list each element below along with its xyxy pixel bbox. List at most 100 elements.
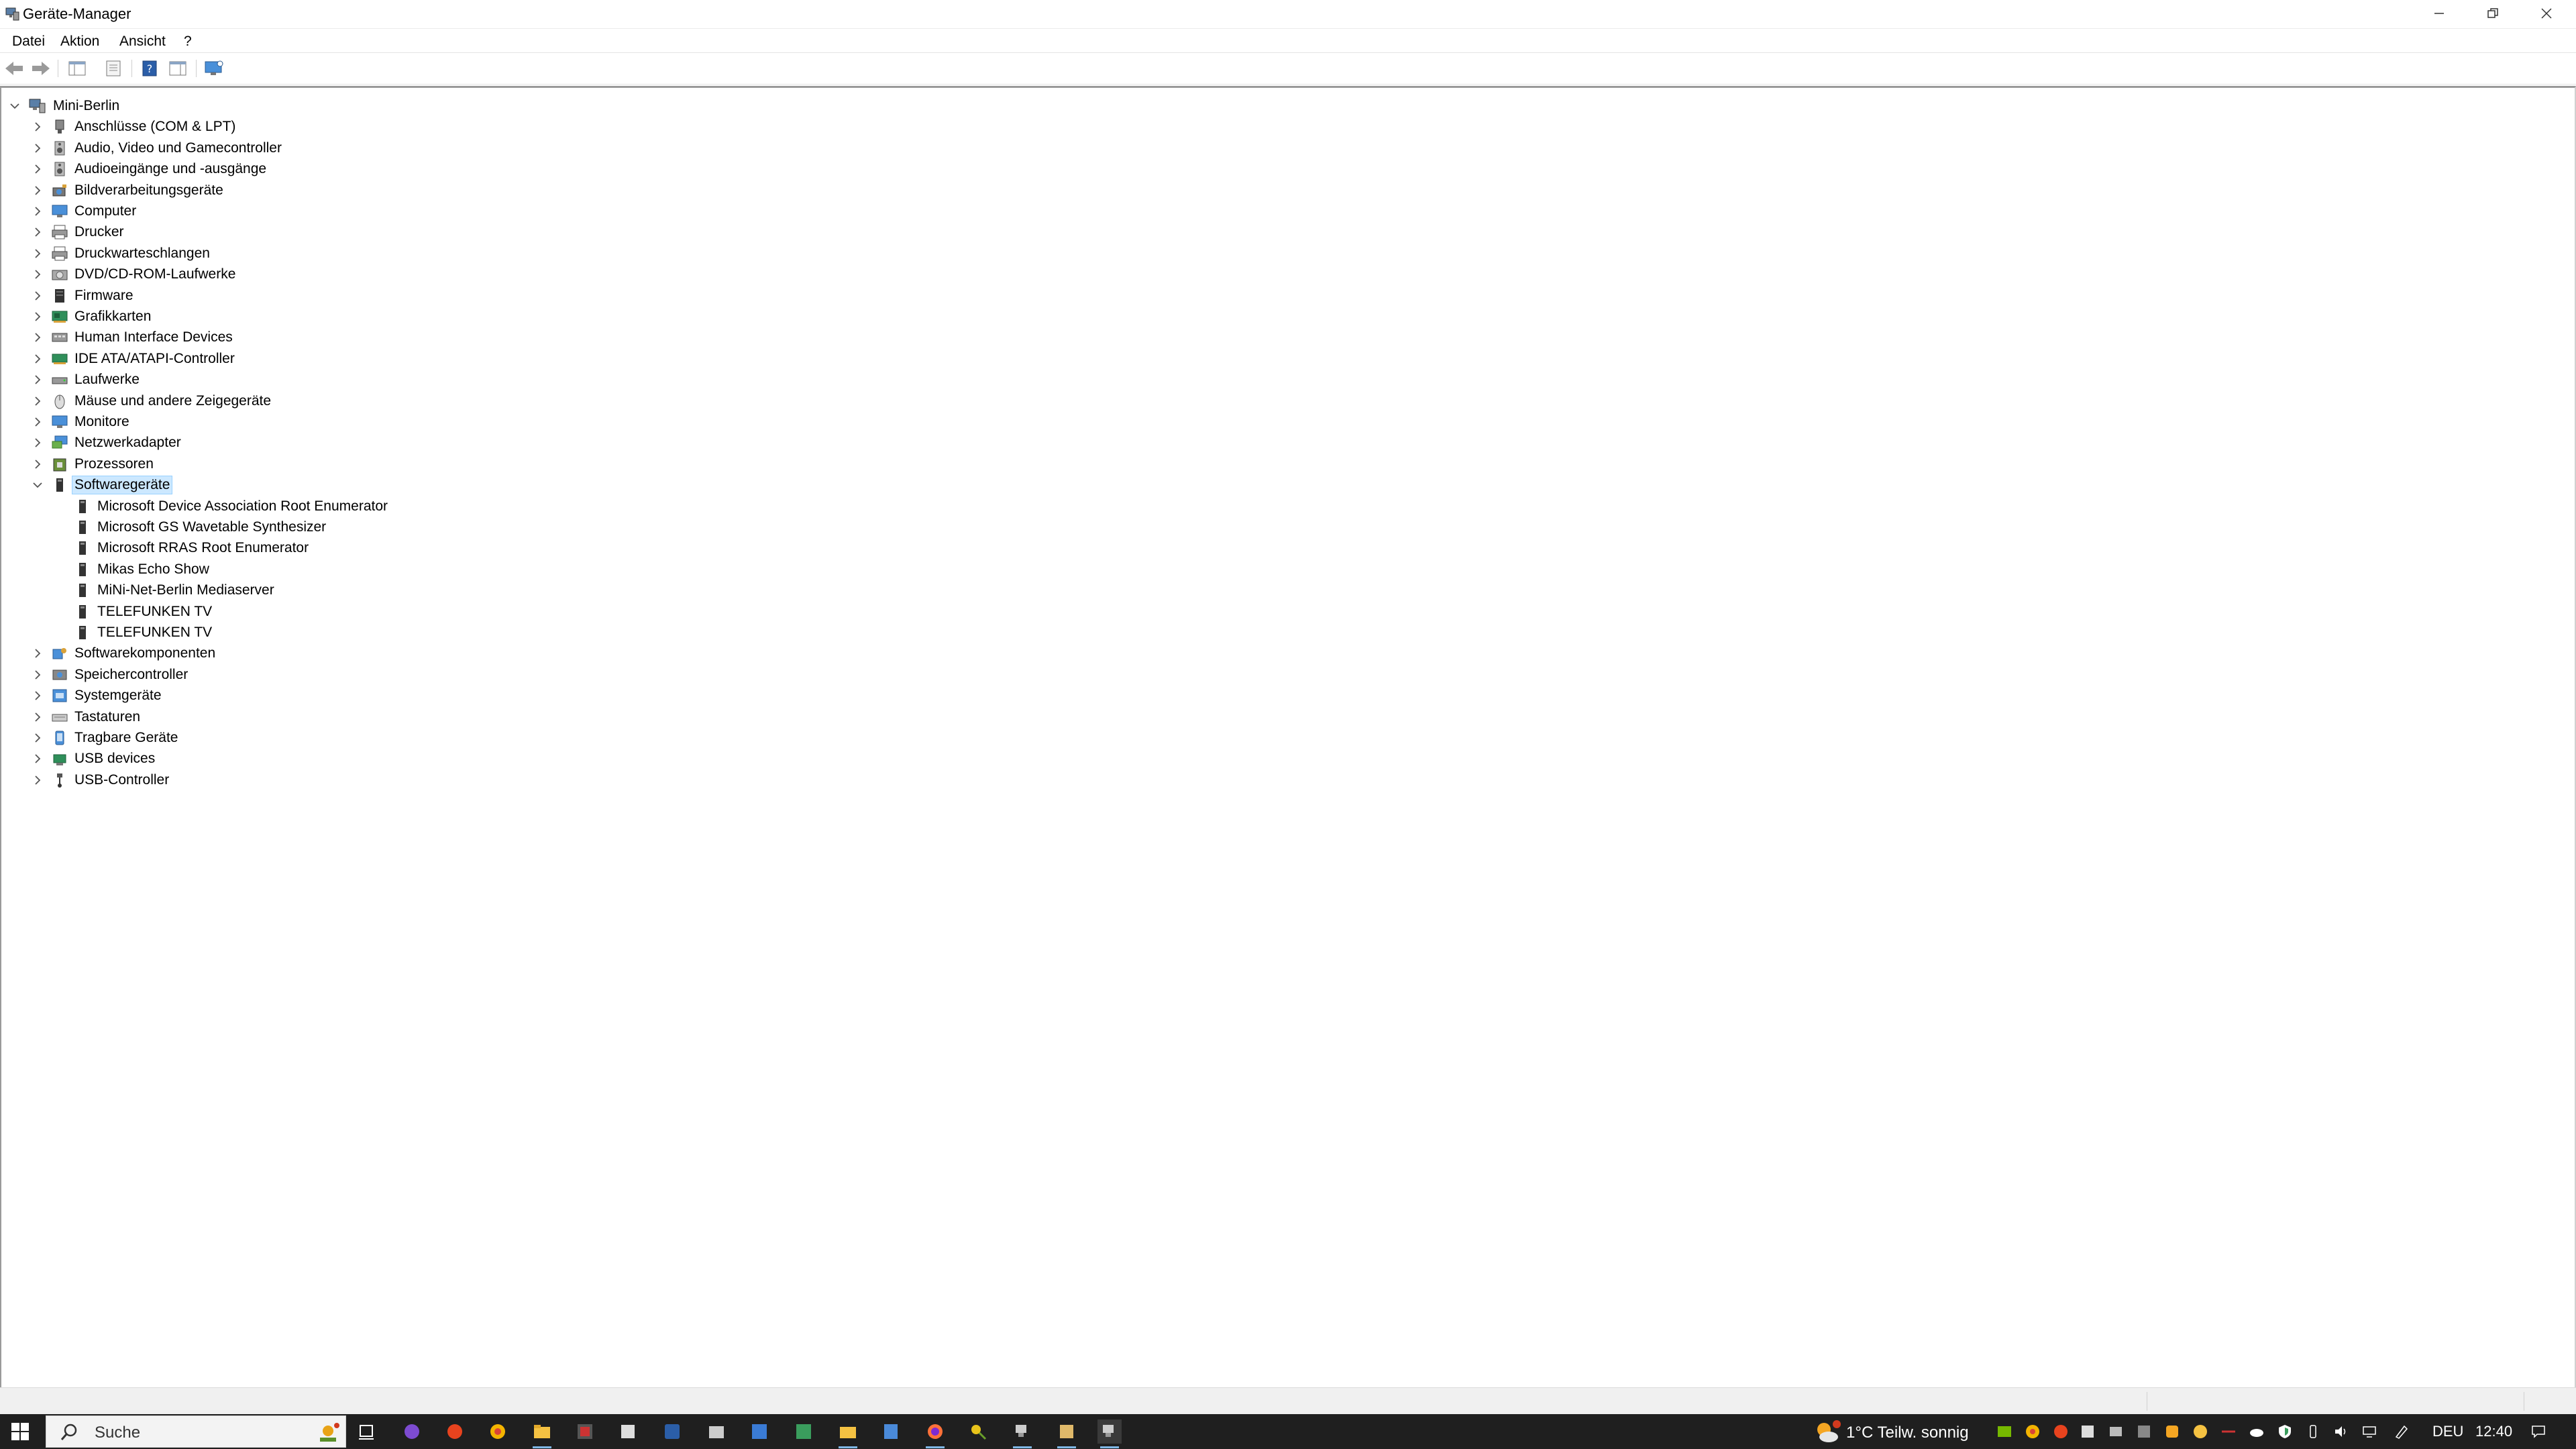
taskbar-app-12[interactable] [879, 1419, 903, 1444]
app-icon [709, 1426, 724, 1438]
device-tree: Mini-Berlin Anschlüsse (COM & LPT) Audio, … [0, 86, 2576, 1388]
nvidia-tray-icon[interactable] [1996, 1424, 2012, 1440]
back-button[interactable] [3, 57, 25, 80]
chevron-right-icon[interactable] [31, 415, 44, 429]
windows-logo-icon [11, 1423, 29, 1440]
chevron-right-icon[interactable] [31, 773, 44, 787]
weather-widget[interactable]: 1°C Teilw. sonnig [1811, 1417, 1979, 1446]
taskbar-app-7[interactable] [660, 1419, 684, 1444]
tray-app-icon[interactable] [2025, 1424, 2041, 1440]
app-icon [578, 1424, 592, 1439]
taskbar-app-10[interactable] [792, 1419, 816, 1444]
usb-eject-icon[interactable] [2305, 1424, 2321, 1440]
onedrive-icon[interactable] [2249, 1424, 2265, 1440]
running-indicator [926, 1446, 945, 1448]
hard-drive-icon [51, 372, 68, 388]
start-button[interactable] [8, 1419, 32, 1444]
chevron-right-icon[interactable] [31, 689, 44, 702]
volume-icon[interactable] [2333, 1424, 2349, 1440]
tray-app-icon[interactable] [2108, 1424, 2124, 1440]
chevron-right-icon[interactable] [31, 331, 44, 344]
chevron-right-icon[interactable] [31, 310, 44, 323]
chevron-right-icon[interactable] [31, 373, 44, 386]
status-bar [0, 1387, 2576, 1415]
tree-node-label: Systemgeräte [74, 688, 162, 704]
chevron-right-icon[interactable] [31, 184, 44, 197]
taskbar-app-6[interactable] [616, 1419, 640, 1444]
controller-card-icon [51, 351, 68, 367]
taskbar-app-16[interactable] [1055, 1419, 1079, 1448]
tray-app-icon[interactable] [2053, 1424, 2069, 1440]
tray-app-icon[interactable] [2192, 1424, 2208, 1440]
tray-app-icon[interactable] [2136, 1424, 2152, 1440]
task-view-icon [359, 1425, 374, 1440]
running-indicator [1057, 1446, 1076, 1448]
app-icon [665, 1424, 680, 1439]
chevron-right-icon[interactable] [31, 352, 44, 366]
chevron-right-icon[interactable] [31, 247, 44, 260]
taskbar-app-2[interactable] [443, 1419, 467, 1444]
taskbar-app-5[interactable] [573, 1419, 597, 1444]
taskbar-firefox[interactable] [923, 1419, 947, 1448]
pen-icon[interactable] [2394, 1424, 2410, 1440]
chevron-right-icon[interactable] [31, 436, 44, 449]
clock[interactable]: 12:40 [2475, 1423, 2512, 1440]
tray-app-icon[interactable] [2220, 1424, 2237, 1440]
chevron-down-icon[interactable] [8, 99, 21, 113]
window-title: Geräte-Manager [23, 5, 131, 22]
firefox-icon [928, 1424, 943, 1439]
chip-icon [51, 288, 68, 304]
tree-node-label: MiNi-Net-Berlin Mediaserver [97, 582, 274, 598]
taskbar-app-3[interactable] [486, 1419, 510, 1444]
scan-hardware-button[interactable] [203, 57, 225, 80]
input-language[interactable]: DEU [2432, 1423, 2463, 1440]
menu-bar: Datei Aktion Ansicht ? [0, 28, 2576, 52]
menu-ansicht[interactable]: Ansicht [119, 33, 166, 50]
chevron-down-icon[interactable] [31, 478, 44, 492]
properties-button[interactable] [102, 57, 125, 80]
restore-button[interactable] [2466, 0, 2520, 27]
notifications-icon[interactable] [2530, 1424, 2546, 1440]
chevron-right-icon[interactable] [31, 710, 44, 724]
help-button[interactable]: ? [138, 57, 161, 80]
app-icon [447, 1424, 462, 1439]
menu-datei[interactable]: Datei [12, 33, 45, 50]
taskbar-file-explorer[interactable] [530, 1419, 554, 1448]
task-view-button[interactable] [354, 1419, 378, 1444]
taskbar-app-1[interactable] [400, 1419, 424, 1444]
chevron-right-icon[interactable] [31, 752, 44, 765]
chevron-right-icon[interactable] [31, 120, 44, 133]
taskbar-search[interactable]: Suche [46, 1415, 346, 1448]
tray-app-icon[interactable] [2080, 1424, 2096, 1440]
forward-button[interactable] [30, 57, 52, 80]
show-hide-console-tree-button[interactable] [66, 57, 89, 80]
taskbar-app-15[interactable] [1010, 1419, 1034, 1448]
tree-node-label: Monitore [74, 414, 129, 429]
taskbar-app-8[interactable] [704, 1419, 729, 1444]
chevron-right-icon[interactable] [31, 205, 44, 218]
chevron-right-icon[interactable] [31, 647, 44, 660]
chevron-right-icon[interactable] [31, 225, 44, 239]
chevron-right-icon[interactable] [31, 458, 44, 471]
tray-app-icon[interactable] [2164, 1424, 2180, 1440]
running-indicator [533, 1446, 551, 1448]
chevron-right-icon[interactable] [31, 268, 44, 281]
menu-aktion[interactable]: Aktion [60, 33, 99, 50]
security-shield-icon[interactable] [2277, 1424, 2293, 1440]
network-icon[interactable] [2361, 1424, 2377, 1440]
chevron-right-icon[interactable] [31, 162, 44, 176]
chevron-right-icon[interactable] [31, 394, 44, 408]
action-pane-button[interactable] [166, 57, 189, 80]
taskbar-app-9[interactable] [747, 1419, 771, 1444]
chevron-right-icon[interactable] [31, 668, 44, 682]
chevron-right-icon[interactable] [31, 142, 44, 155]
taskbar-app-14[interactable] [966, 1419, 990, 1444]
minimize-button[interactable] [2412, 0, 2466, 27]
close-button[interactable] [2520, 0, 2573, 27]
taskbar-app-11[interactable] [836, 1419, 860, 1448]
chevron-right-icon[interactable] [31, 289, 44, 303]
taskbar-device-manager[interactable] [1097, 1419, 1122, 1448]
app-icon [1060, 1425, 1073, 1438]
menu-help[interactable]: ? [184, 33, 192, 50]
chevron-right-icon[interactable] [31, 731, 44, 745]
